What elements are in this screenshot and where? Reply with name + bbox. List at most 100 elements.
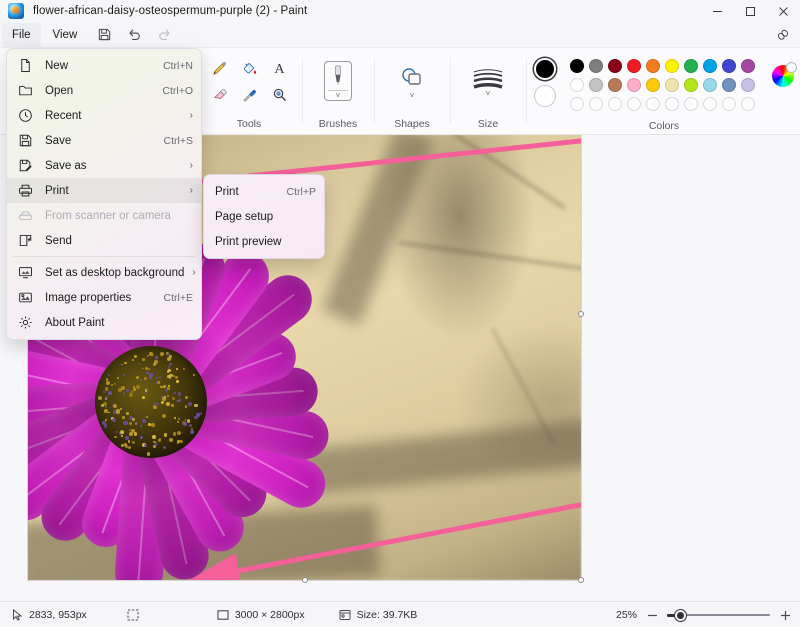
color-swatch-r3-c4[interactable] — [627, 97, 641, 111]
color-swatch-r2-c10[interactable] — [741, 78, 755, 92]
color-wheel-icon[interactable] — [772, 65, 794, 87]
minimize-icon[interactable] — [701, 0, 734, 22]
file-menu-item-print[interactable]: Print › — [7, 178, 201, 203]
eyedropper-icon[interactable] — [234, 81, 264, 107]
shapes-button[interactable]: ˅ — [390, 55, 434, 107]
color-swatch-r2-c7[interactable] — [684, 78, 698, 92]
file-menu-item-set-as-desktop-background[interactable]: Set as desktop background › — [7, 260, 201, 285]
new-document-icon — [17, 57, 34, 74]
minus-icon[interactable] — [645, 610, 659, 621]
color-swatch-r3-c3[interactable] — [608, 97, 622, 111]
pollen-grain — [175, 376, 179, 380]
color-swatch-r1-c4[interactable] — [627, 59, 641, 73]
file-menu-item-label: Send — [45, 235, 193, 247]
file-menu-item-send[interactable]: Send — [7, 228, 201, 253]
color-swatch-r1-c3[interactable] — [608, 59, 622, 73]
selection-handle-bottom[interactable] — [302, 577, 308, 583]
color-swatch-r2-c8[interactable] — [703, 78, 717, 92]
save-icon[interactable] — [90, 23, 118, 47]
pollen-grain — [122, 416, 125, 419]
file-menu-item-recent[interactable]: Recent › — [7, 103, 201, 128]
pollen-grain — [183, 368, 185, 370]
file-menu-item-save-as[interactable]: Save as › — [7, 153, 201, 178]
pollen-grain — [101, 404, 104, 407]
print-submenu-item-print[interactable]: Print Ctrl+P — [204, 179, 324, 204]
undo-icon[interactable] — [120, 23, 148, 47]
color-swatch-r2-c1[interactable] — [570, 78, 584, 92]
shapes-group: ˅ Shapes — [374, 48, 450, 134]
color-swatch-r1-c10[interactable] — [741, 59, 755, 73]
magnifier-icon[interactable] — [264, 81, 294, 107]
plus-icon[interactable] — [778, 610, 792, 621]
color-swatch-r2-c9[interactable] — [722, 78, 736, 92]
pollen-grain — [161, 401, 164, 404]
file-menu-item-about-paint[interactable]: About Paint — [7, 310, 201, 335]
color-swatch-r1-c7[interactable] — [684, 59, 698, 73]
zoom-slider-thumb[interactable] — [675, 610, 686, 621]
color-swatch-r3-c1[interactable] — [570, 97, 584, 111]
color-swatch-r2-c4[interactable] — [627, 78, 641, 92]
file-menu-item-save[interactable]: Save Ctrl+S — [7, 128, 201, 153]
selection-handle-corner[interactable] — [578, 577, 584, 583]
color-swatch-r3-c2[interactable] — [589, 97, 603, 111]
pollen-grain — [136, 376, 139, 379]
zoom-slider[interactable] — [667, 608, 770, 622]
link-icon[interactable] — [772, 25, 794, 45]
print-submenu-item-page-setup[interactable]: Page setup — [204, 204, 324, 229]
pollen-grain — [140, 425, 142, 427]
pollen-grain — [121, 435, 123, 437]
brushes-button[interactable]: ˅ — [316, 55, 360, 107]
color-swatch-r1-c5[interactable] — [646, 59, 660, 73]
print-submenu-flyout: Print Ctrl+P Page setup Print preview — [203, 174, 325, 259]
tools-group: A Tools — [196, 48, 302, 134]
maximize-icon[interactable] — [734, 0, 767, 22]
pollen-grain — [105, 398, 107, 400]
color-swatch-r3-c9[interactable] — [722, 97, 736, 111]
print-submenu-item-print-preview[interactable]: Print preview — [204, 229, 324, 254]
primary-color-swatch[interactable] — [534, 58, 556, 80]
title-bar: flower-african-daisy-osteospermum-purple… — [0, 0, 800, 22]
pollen-grain — [129, 422, 132, 425]
close-icon[interactable] — [767, 0, 800, 22]
color-swatch-r3-c10[interactable] — [741, 97, 755, 111]
pollen-grain — [158, 439, 160, 441]
scanner-icon — [17, 207, 34, 224]
color-swatch-r2-c6[interactable] — [665, 78, 679, 92]
color-swatch-r3-c7[interactable] — [684, 97, 698, 111]
pollen-grain — [125, 436, 129, 440]
file-menu-item-label: Recent — [45, 110, 182, 122]
pollen-grain — [133, 386, 135, 388]
color-swatch-r3-c8[interactable] — [703, 97, 717, 111]
secondary-color-swatch[interactable] — [534, 85, 556, 107]
color-swatch-r2-c2[interactable] — [589, 78, 603, 92]
desktop-background-icon — [17, 264, 34, 281]
window-controls — [701, 0, 800, 22]
pollen-grain — [98, 396, 102, 400]
pollen-grain — [185, 396, 188, 399]
file-menu-item-new[interactable]: New Ctrl+N — [7, 53, 201, 78]
color-swatch-r1-c6[interactable] — [665, 59, 679, 73]
file-menu-item-image-properties[interactable]: Image properties Ctrl+E — [7, 285, 201, 310]
color-swatch-r1-c2[interactable] — [589, 59, 603, 73]
menu-file[interactable]: File — [2, 23, 41, 47]
cursor-position-value: 2833, 953px — [29, 609, 87, 621]
fill-bucket-icon[interactable] — [234, 55, 264, 81]
color-swatch-r2-c3[interactable] — [608, 78, 622, 92]
text-icon[interactable]: A — [264, 55, 294, 81]
pollen-grain — [174, 417, 177, 420]
color-swatch-r1-c1[interactable] — [570, 59, 584, 73]
file-menu-item-open[interactable]: Open Ctrl+O — [7, 78, 201, 103]
menu-view[interactable]: View — [43, 23, 88, 47]
color-swatch-r2-c5[interactable] — [646, 78, 660, 92]
eraser-icon[interactable] — [204, 81, 234, 107]
shapes-chevron-down-icon: ˅ — [410, 93, 415, 99]
pencil-icon[interactable] — [204, 55, 234, 81]
color-swatch-r1-c8[interactable] — [703, 59, 717, 73]
color-swatch-r3-c5[interactable] — [646, 97, 660, 111]
pollen-grain — [156, 377, 159, 380]
size-group: ˅ Size — [450, 48, 526, 134]
size-button[interactable]: ˅ — [466, 55, 510, 107]
color-swatch-r3-c6[interactable] — [665, 97, 679, 111]
selection-handle-right[interactable] — [578, 311, 584, 317]
color-swatch-r1-c9[interactable] — [722, 59, 736, 73]
